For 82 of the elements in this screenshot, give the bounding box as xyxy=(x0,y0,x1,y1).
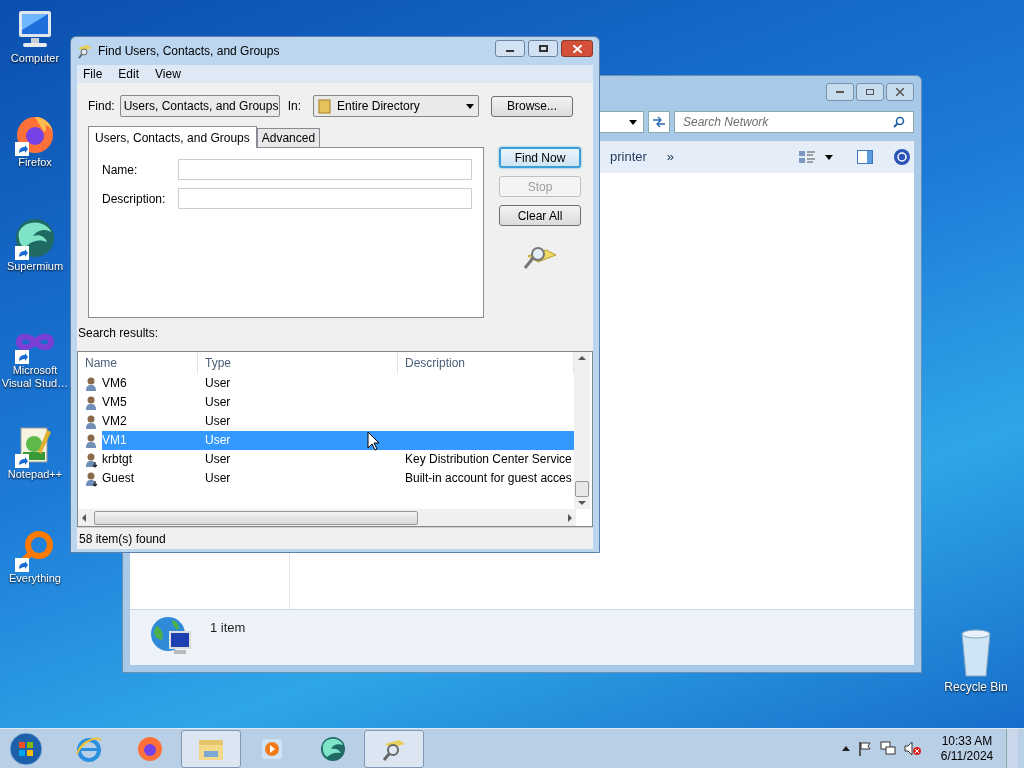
text-field[interactable] xyxy=(178,159,472,180)
desktop-icon-label[interactable]: Computer xyxy=(0,52,70,65)
mouse-cursor xyxy=(367,431,380,451)
desktop-icon-label[interactable]: Microsoft Visual Stud… xyxy=(0,364,70,390)
close-icon xyxy=(572,44,582,53)
user-down-arrow-icon xyxy=(85,451,99,468)
toolbar-item[interactable]: printer xyxy=(610,147,647,167)
field-label: Name: xyxy=(101,161,139,179)
tab[interactable]: Advanced xyxy=(256,128,321,147)
table-cell-text: User xyxy=(204,413,232,430)
find-label: Find: xyxy=(88,98,115,115)
help-icon xyxy=(893,148,912,166)
table-cell-text: User xyxy=(204,375,232,392)
user-icon xyxy=(85,413,99,430)
caret-icon xyxy=(825,154,834,160)
minimize-button[interactable] xyxy=(826,83,854,101)
desktop-icon-label[interactable]: Supermium xyxy=(0,260,70,273)
column-header[interactable]: Type xyxy=(198,352,398,374)
desktop-icon-label[interactable]: Everything xyxy=(0,572,70,585)
magnifier-book-icon xyxy=(77,43,93,59)
minimize-button[interactable] xyxy=(495,40,525,57)
taskbar-button[interactable] xyxy=(364,729,424,768)
user-icon xyxy=(85,432,99,449)
search-results-label: Search results: xyxy=(78,325,160,342)
row-name[interactable]: VM6 xyxy=(102,374,198,393)
item-count: 1 item xyxy=(210,619,246,637)
user-down-arrow-icon xyxy=(85,470,99,487)
dialog-button[interactable]: Find Now xyxy=(499,147,581,168)
browse-button[interactable]: Browse... xyxy=(491,95,574,117)
menu-item[interactable]: View xyxy=(155,65,181,83)
column-header[interactable]: Name xyxy=(78,352,198,374)
vertical-scrollbar[interactable] xyxy=(574,352,590,509)
directory-book-icon xyxy=(318,98,332,114)
horizontal-scrollbar[interactable] xyxy=(78,509,576,526)
close-icon xyxy=(896,88,904,96)
row-name[interactable]: Guest xyxy=(102,469,198,488)
row-name[interactable]: VM5 xyxy=(102,393,198,412)
window-title: Find Users, Contacts, and Groups xyxy=(98,43,280,60)
desktop-icon-label[interactable]: Firefox xyxy=(0,156,70,169)
clock-time[interactable]: 10:33 AM xyxy=(941,733,993,749)
flag-icon xyxy=(858,741,872,756)
windows-orb-icon xyxy=(9,731,43,766)
table-cell-text: Key Distribution Center Service xyxy=(404,451,573,468)
menu-item[interactable]: File xyxy=(83,65,103,83)
search-field[interactable]: Search Network xyxy=(674,111,914,133)
table-cell-text: User xyxy=(204,394,232,411)
more-chevron[interactable]: » xyxy=(666,147,675,167)
view-list-icon xyxy=(799,150,816,164)
desktop-icon-label[interactable]: Notepad++ xyxy=(0,468,70,481)
caret-icon xyxy=(629,119,637,125)
table-cell: User xyxy=(198,431,398,450)
table-cell-text: Built-in account for guest acces xyxy=(404,470,573,487)
user-icon xyxy=(85,375,99,392)
close-button[interactable] xyxy=(886,83,914,101)
in-dropdown[interactable]: Entire Directory xyxy=(313,95,480,117)
show-hidden-icons-icon xyxy=(842,746,850,751)
field-label: Description: xyxy=(101,190,167,208)
in-label: In: xyxy=(287,98,302,115)
dialog-button[interactable]: Clear All xyxy=(499,205,581,226)
tab[interactable]: Users, Contacts, and Groups xyxy=(88,126,257,148)
user-icon xyxy=(85,394,99,411)
desktop-icon-label[interactable]: Recycle Bin xyxy=(944,678,1008,696)
find-dropdown[interactable]: Users, Contacts, and Groups xyxy=(119,95,280,117)
refresh-button[interactable] xyxy=(648,111,670,133)
menu-item[interactable]: Edit xyxy=(118,65,140,83)
maximize-button[interactable] xyxy=(528,40,558,57)
taskbar-button[interactable] xyxy=(181,729,241,768)
network-icon xyxy=(880,741,896,756)
status-text: 58 item(s) found xyxy=(79,530,166,548)
row-name[interactable]: VM2 xyxy=(102,412,198,431)
search-icon xyxy=(893,116,905,128)
refresh-arrows-icon xyxy=(652,116,666,128)
maximize-button[interactable] xyxy=(856,83,884,101)
table-cell-text: User xyxy=(204,470,232,487)
text-field[interactable] xyxy=(178,188,472,209)
speaker-muted-icon xyxy=(904,741,922,756)
close-button[interactable] xyxy=(561,40,593,57)
table-cell-text: User xyxy=(204,451,232,468)
caret-icon xyxy=(466,103,475,109)
row-name[interactable]: krbtgt xyxy=(102,450,198,469)
preview-pane-icon xyxy=(857,150,874,164)
clock-date[interactable]: 6/11/2024 xyxy=(940,748,994,764)
